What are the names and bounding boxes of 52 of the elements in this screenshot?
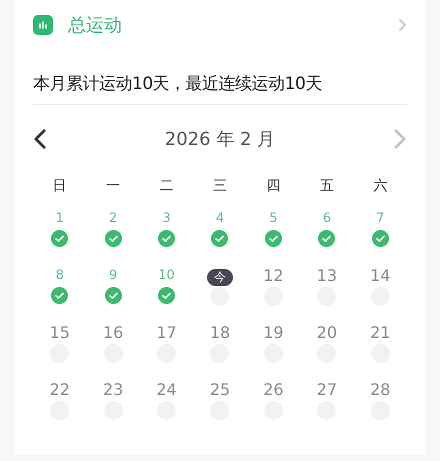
day-number[interactable]: 22: [50, 380, 70, 400]
day-number[interactable]: 2: [108, 209, 118, 229]
day-number[interactable]: 28: [370, 380, 390, 400]
check-icon: [264, 230, 282, 247]
check-icon: [51, 230, 68, 247]
day-number[interactable]: 21: [370, 323, 390, 343]
day-number[interactable]: 14: [370, 266, 390, 286]
weekday-label: 一: [106, 176, 120, 196]
next-month-button[interactable]: [393, 128, 407, 150]
check-icon: [318, 230, 336, 247]
day-number[interactable]: 15: [50, 323, 70, 343]
check-icon: [104, 230, 122, 247]
day-number[interactable]: 27: [316, 380, 338, 400]
day-number[interactable]: 7: [376, 209, 384, 229]
section-title: 总运动: [68, 14, 122, 38]
day-number[interactable]: 5: [269, 209, 278, 229]
check-icon: [158, 230, 176, 247]
weekday-label: 四: [266, 176, 280, 196]
chevron-right-icon[interactable]: [398, 18, 407, 32]
day-number[interactable]: 13: [316, 266, 338, 286]
day-number[interactable]: 4: [216, 209, 224, 229]
check-icon: [51, 287, 68, 304]
day-number[interactable]: 26: [263, 380, 284, 400]
bar-chart-icon: [33, 15, 53, 35]
check-icon: [372, 230, 389, 247]
month-label: 2026 年 2 月: [164, 128, 276, 152]
weekday-label: 三: [212, 176, 227, 196]
prev-month-button[interactable]: [33, 128, 47, 150]
day-number[interactable]: 10: [158, 266, 175, 286]
day-number[interactable]: 17: [156, 323, 177, 343]
today-badge[interactable]: 今: [206, 269, 233, 286]
day-number[interactable]: 19: [263, 323, 284, 343]
weekday-label: 六: [373, 176, 388, 196]
day-number[interactable]: 24: [156, 380, 177, 400]
day-number[interactable]: 25: [210, 380, 230, 400]
weekday-label: 日: [52, 176, 67, 196]
day-number[interactable]: 6: [322, 209, 331, 229]
day-number[interactable]: 1: [56, 209, 64, 229]
day-number[interactable]: 3: [162, 209, 171, 229]
day-number[interactable]: 23: [102, 380, 124, 400]
day-number[interactable]: 18: [210, 323, 230, 343]
day-number[interactable]: 8: [56, 266, 64, 286]
day-number[interactable]: 20: [316, 323, 338, 343]
summary-text: 本月累计运动10天，最近连续运动10天: [33, 72, 322, 96]
check-icon: [211, 230, 228, 247]
day-number[interactable]: 16: [102, 323, 124, 343]
check-icon: [104, 287, 122, 304]
check-icon: [158, 287, 176, 304]
day-number[interactable]: 9: [108, 266, 118, 286]
day-number[interactable]: 12: [263, 266, 284, 286]
weekday-label: 二: [160, 176, 174, 196]
weekday-label: 五: [320, 176, 334, 196]
